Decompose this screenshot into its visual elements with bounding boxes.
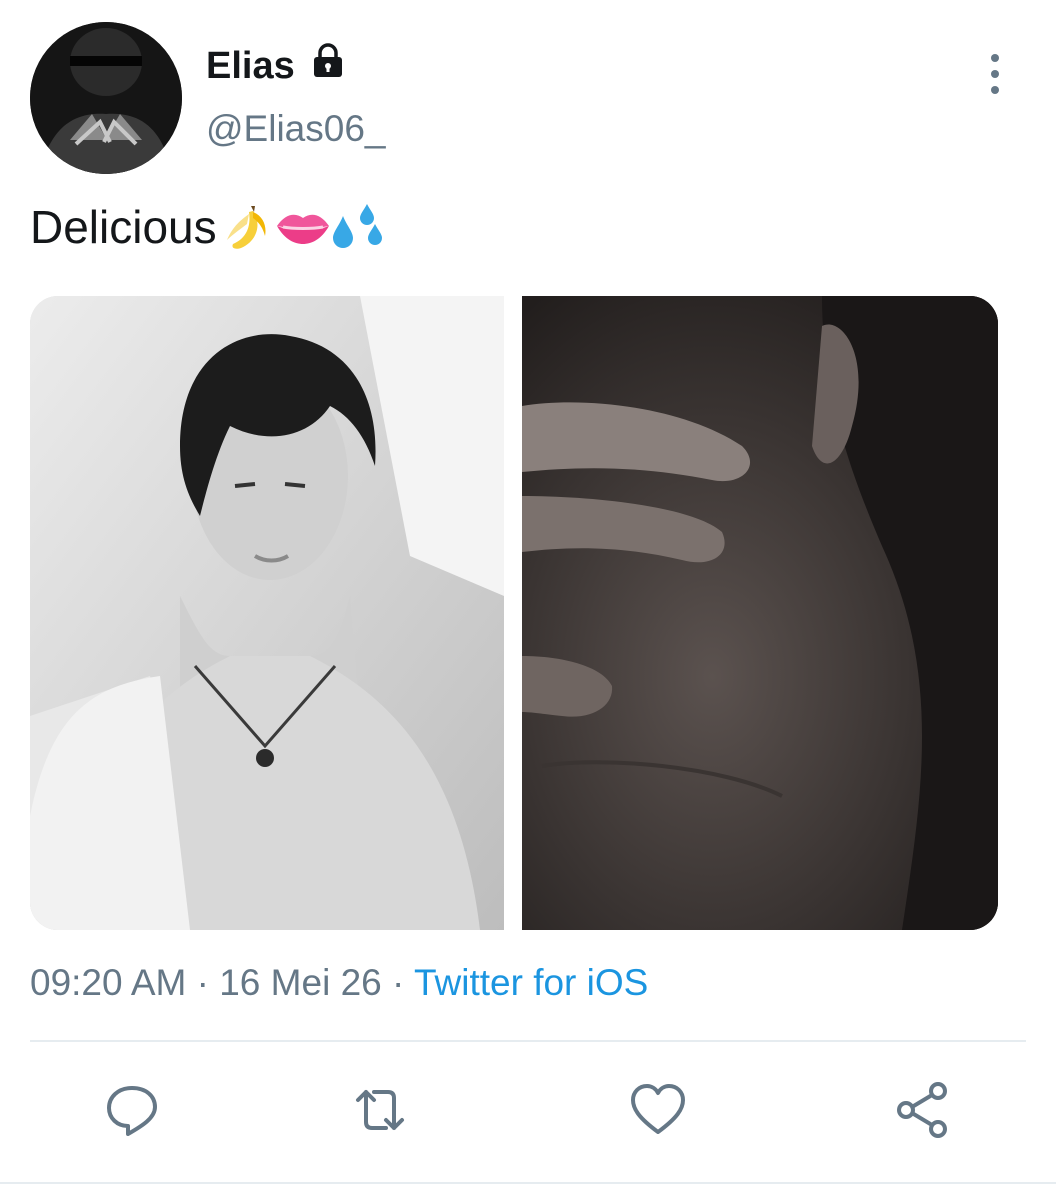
retweet-icon[interactable] xyxy=(350,1078,410,1142)
tweet-time: 09:20 AM xyxy=(30,962,187,1003)
media-photo-portrait[interactable] xyxy=(30,296,504,930)
divider xyxy=(30,1040,1026,1042)
tweet-date: 16 Mei 26 xyxy=(219,962,382,1003)
tweet-media[interactable] xyxy=(30,296,998,930)
sweat-droplets-emoji xyxy=(329,202,382,252)
tweet-meta: 09:20 AM · 16 Mei 26 · Twitter for iOS xyxy=(30,962,648,1004)
more-vertical-icon[interactable] xyxy=(978,54,1012,94)
tweet-text: Delicious xyxy=(30,200,382,254)
bottom-divider xyxy=(0,1182,1056,1184)
share-icon[interactable] xyxy=(892,1078,952,1142)
avatar[interactable] xyxy=(30,22,182,174)
lock-icon xyxy=(309,42,347,90)
avatar-photo xyxy=(30,22,182,174)
banana-emoji xyxy=(221,202,271,252)
lips-emoji xyxy=(275,202,329,252)
heart-icon[interactable] xyxy=(628,1078,688,1142)
reply-icon[interactable] xyxy=(102,1078,162,1142)
author-name[interactable]: Elias xyxy=(206,45,295,88)
tweet-actions xyxy=(0,1078,1056,1146)
media-photo-closeup[interactable] xyxy=(522,296,998,930)
author-handle[interactable]: @Elias06_ xyxy=(206,108,386,150)
tweet-body: Delicious xyxy=(30,201,217,253)
meta-separator: · xyxy=(186,962,220,1003)
author-name-row[interactable]: Elias xyxy=(206,42,347,90)
tweet-source-link[interactable]: Twitter for iOS xyxy=(414,962,648,1003)
meta-separator: · xyxy=(381,962,414,1003)
